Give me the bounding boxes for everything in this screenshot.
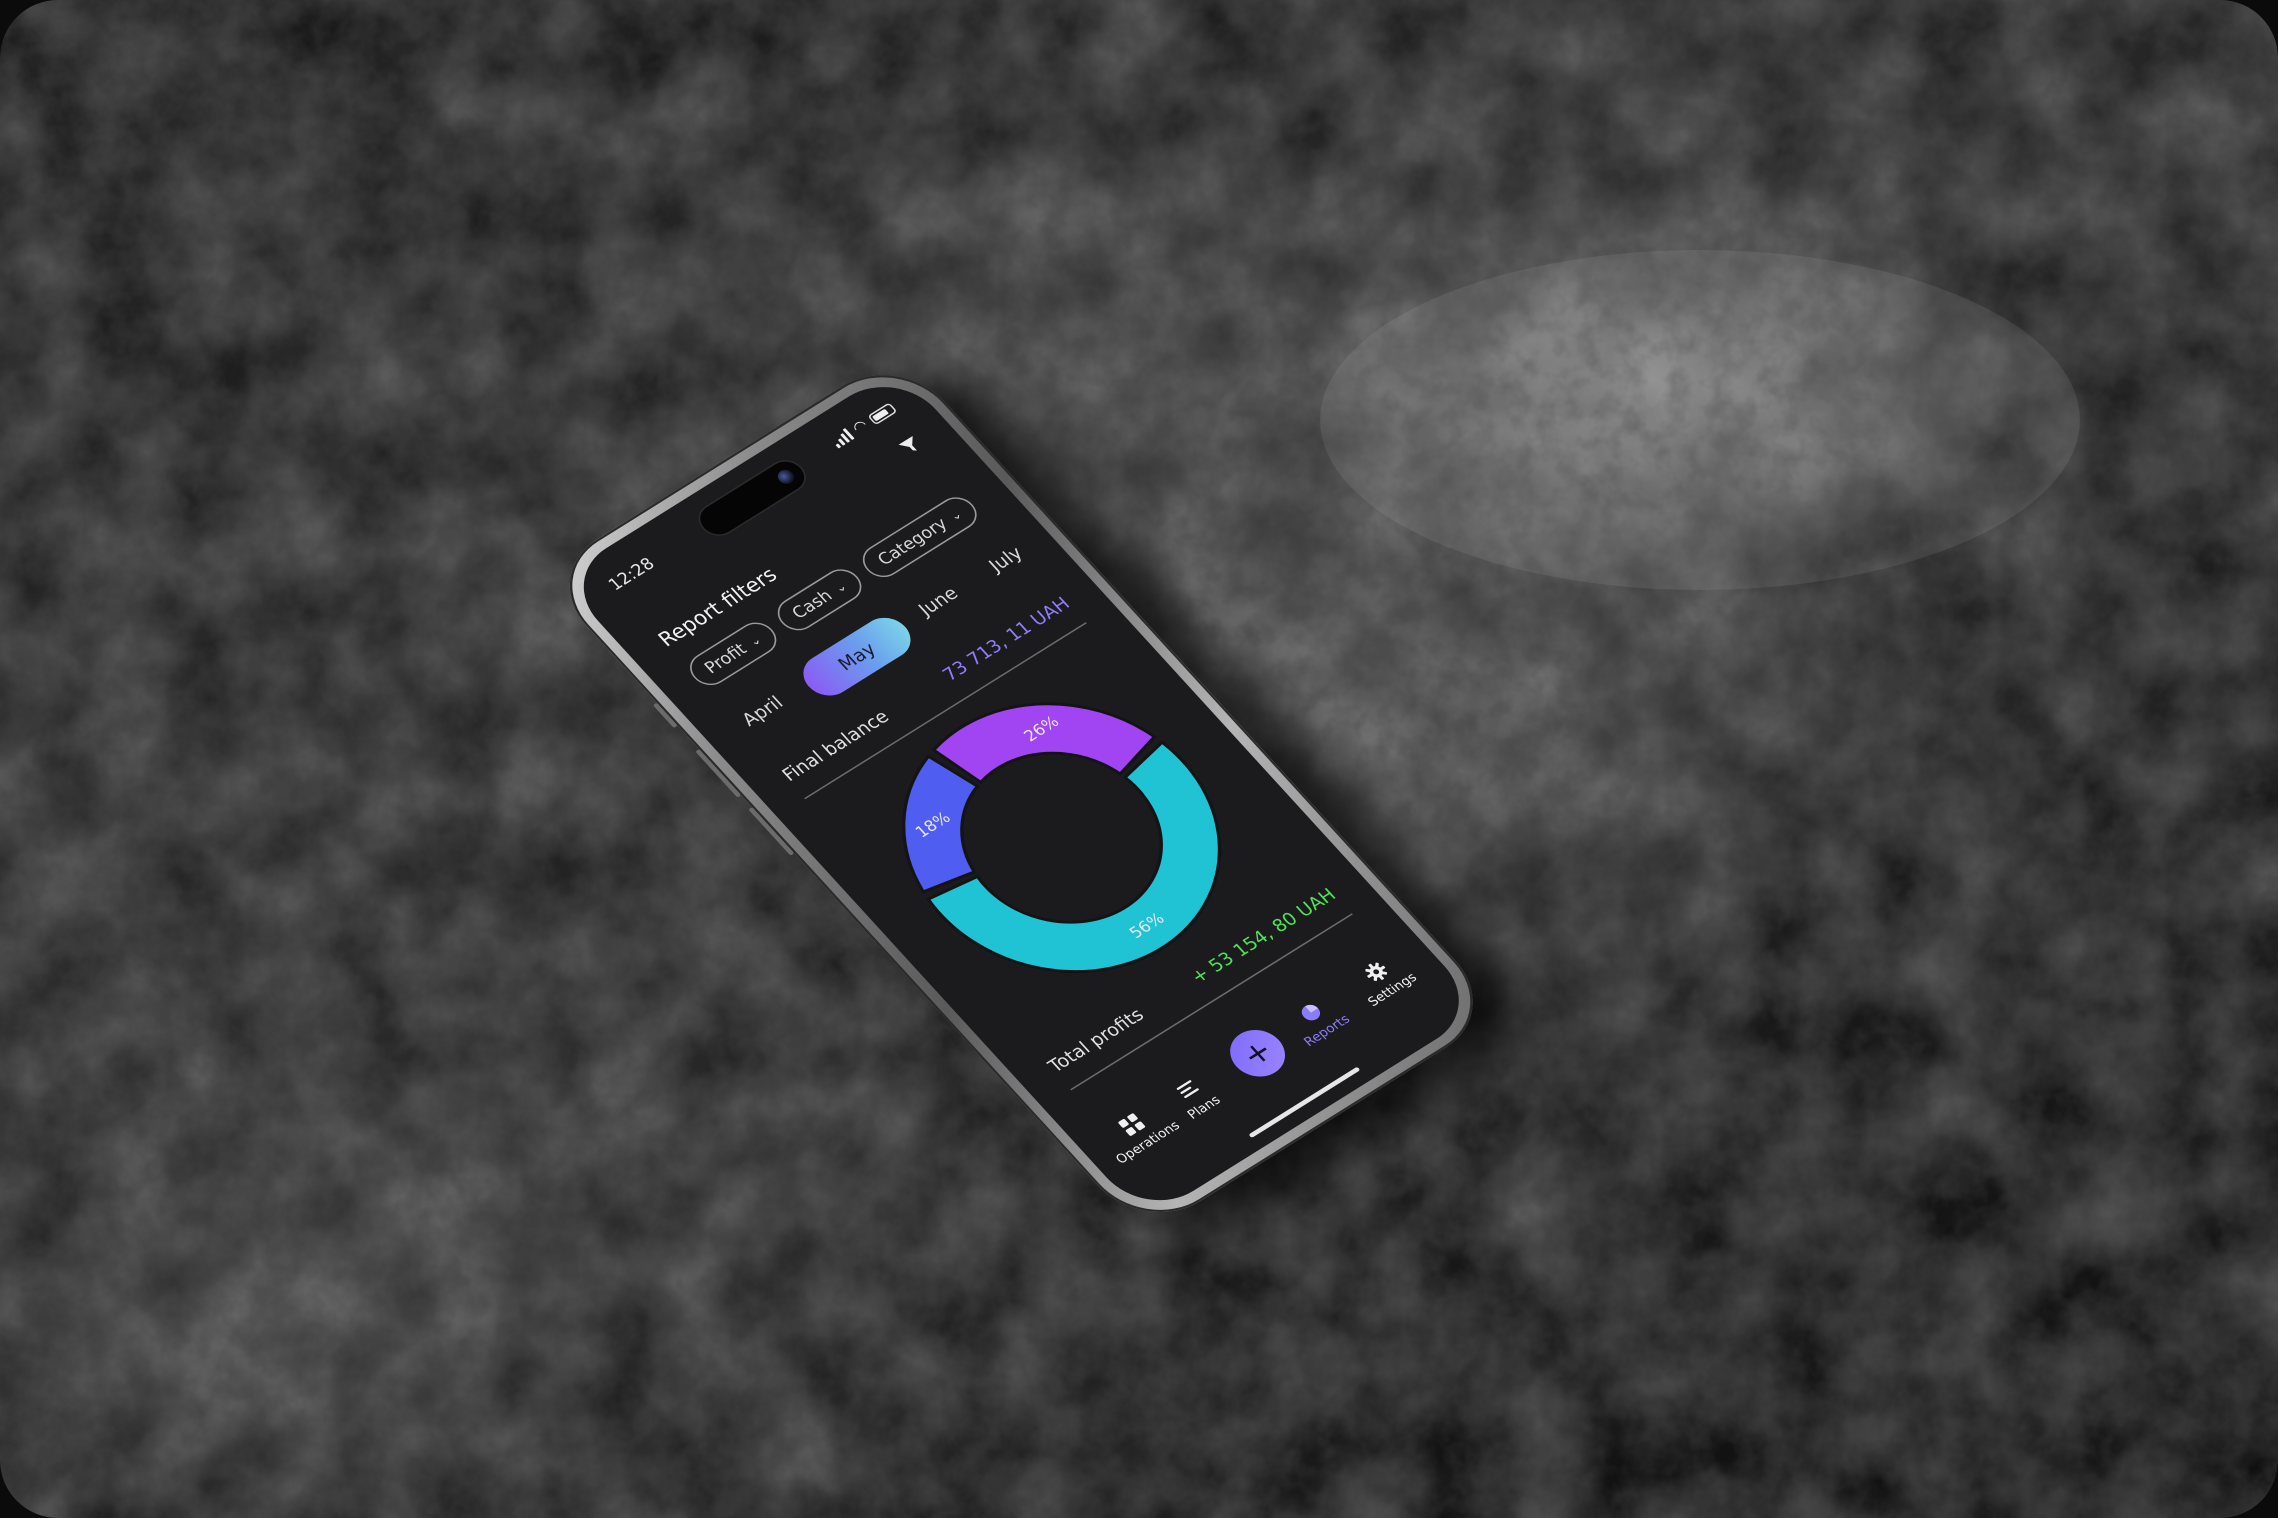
month-june[interactable]: June [914,583,962,620]
chevron-down-icon: ⌄ [745,632,765,649]
chevron-down-icon: ⌄ [946,506,965,524]
dynamic-island [693,455,812,541]
filter-icon[interactable] [894,432,927,459]
battery-icon [867,402,898,426]
signal-icon [829,428,855,449]
status-icons: ◠ [828,400,898,449]
chip-label: Profit [700,639,751,678]
chevron-down-icon: ⌄ [830,578,850,596]
tab-reports[interactable]: Reports [1282,991,1353,1050]
status-time: 12:28 [604,554,659,595]
tab-plans[interactable]: Plans [1165,1072,1224,1122]
tab-settings[interactable]: Settings [1346,949,1420,1010]
month-april[interactable]: April [737,692,787,730]
camera-icon [774,466,798,487]
add-operation-button[interactable]: + [1218,1020,1297,1086]
tab-operations[interactable]: Operations [1094,1097,1183,1167]
wifi-icon: ◠ [847,415,872,437]
month-july[interactable]: July [984,542,1026,576]
filter-chip-cash[interactable]: Cash ⌄ [769,562,870,637]
background-scene: 12:28 ◠ Report filters Profit ⌄ Cash ⌄ C… [0,0,2278,1518]
chip-label: Cash [788,586,837,623]
chip-label: Category [873,514,952,570]
